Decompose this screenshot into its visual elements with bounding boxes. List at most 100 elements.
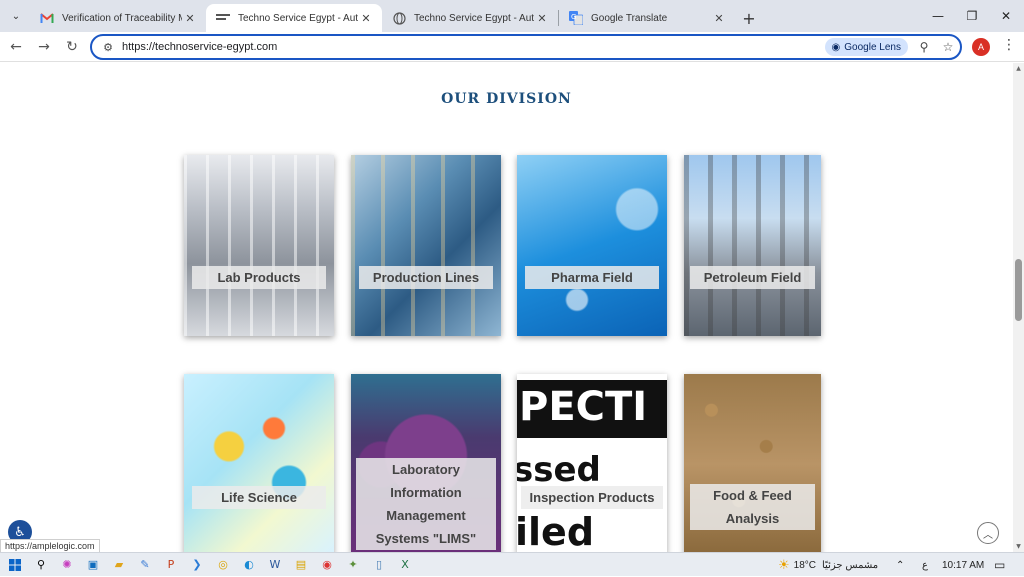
- arrow-right-icon: →: [38, 38, 50, 55]
- sticky-notes-icon[interactable]: ▤: [290, 555, 312, 575]
- tab-search-button[interactable]: ⌄: [2, 2, 30, 30]
- powerpoint-icon[interactable]: P: [160, 555, 182, 575]
- chrome-active-icon[interactable]: ◉: [316, 555, 338, 575]
- inspection-image-text: ssed: [517, 450, 601, 490]
- inspection-image-text: iled: [517, 510, 595, 552]
- file-explorer-icon[interactable]: ▰: [108, 555, 130, 575]
- division-label: Food & Feed Analysis: [690, 484, 815, 530]
- notification-icon[interactable]: ▭: [994, 553, 1005, 577]
- page-scrollbar[interactable]: ▲ ▼: [1013, 63, 1024, 552]
- section-heading: OUR DIVISION: [441, 91, 572, 107]
- chrome-icon[interactable]: ◎: [212, 555, 234, 575]
- tab-strip: ⌄ Verification of Traceability Matr ✕ Te…: [0, 0, 1024, 32]
- vscode-icon[interactable]: ❯: [186, 555, 208, 575]
- notepad-icon[interactable]: ▯: [368, 555, 390, 575]
- division-card-petroleum-field[interactable]: Petroleum Field: [684, 155, 821, 336]
- division-label: Inspection Products: [521, 486, 663, 509]
- weather-widget[interactable]: ☀ 18°C مشمس جزئيًا: [778, 553, 878, 577]
- new-tab-button[interactable]: +: [735, 4, 763, 32]
- division-label: Lab Products: [192, 266, 326, 289]
- weather-temperature: 18°C: [793, 559, 816, 571]
- minimize-button[interactable]: —: [920, 0, 956, 32]
- translate-icon: G: [569, 11, 583, 25]
- url-text[interactable]: https://technoservice-egypt.com: [122, 41, 825, 53]
- edge-icon[interactable]: ◐: [238, 555, 260, 575]
- app-icon[interactable]: ✎: [134, 555, 156, 575]
- division-label: Life Science: [192, 486, 326, 509]
- close-icon: ✕: [1000, 9, 1012, 23]
- close-window-button[interactable]: ✕: [988, 0, 1024, 32]
- scroll-to-top-button[interactable]: ︿: [977, 522, 999, 544]
- language-indicator[interactable]: ع: [922, 553, 928, 577]
- minimize-icon: —: [932, 9, 944, 23]
- scrollbar-thumb[interactable]: [1015, 259, 1022, 321]
- bookmark-star-icon[interactable]: ☆: [936, 40, 960, 54]
- production-image: [351, 155, 501, 336]
- division-label: Laboratory Information Management System…: [356, 458, 496, 550]
- sun-icon: ☀: [778, 557, 790, 572]
- division-card-production-lines[interactable]: Production Lines: [351, 155, 501, 336]
- arrow-left-icon: ←: [10, 38, 22, 55]
- tab-4[interactable]: G Google Translate ✕: [559, 4, 735, 32]
- division-card-life-science[interactable]: Life Science: [184, 374, 334, 552]
- zoom-icon[interactable]: ⚲: [912, 40, 936, 54]
- division-label: Petroleum Field: [690, 266, 815, 289]
- scroll-down-icon[interactable]: ▼: [1014, 543, 1023, 550]
- outlook-icon[interactable]: ▣: [82, 555, 104, 575]
- restore-button[interactable]: ❐: [954, 0, 990, 32]
- tab-title: Google Translate: [591, 12, 668, 24]
- tab-title: Techno Service Egypt - Automa: [238, 12, 358, 24]
- back-button[interactable]: ←: [2, 33, 30, 61]
- site-icon: [216, 11, 230, 25]
- division-card-food-feed[interactable]: Food & Feed Analysis: [684, 374, 821, 552]
- close-tab-icon[interactable]: ✕: [534, 12, 550, 25]
- tab-title: Techno Service Egypt - Automa: [414, 12, 534, 24]
- forward-button[interactable]: →: [30, 33, 58, 61]
- petroleum-image: [684, 155, 821, 336]
- division-card-inspection-products[interactable]: PECTI ssed iled Inspection Products: [517, 374, 667, 552]
- address-bar[interactable]: ⚙ https://technoservice-egypt.com ◉ Goog…: [90, 34, 962, 60]
- tab-1[interactable]: Verification of Traceability Matr ✕: [30, 4, 206, 32]
- lab-image: [184, 155, 334, 336]
- profile-avatar[interactable]: A: [972, 38, 990, 56]
- plus-icon: +: [742, 8, 756, 28]
- windows-start-icon[interactable]: [4, 555, 26, 575]
- close-tab-icon[interactable]: ✕: [358, 12, 374, 25]
- site-info-icon[interactable]: ⚙: [96, 41, 120, 54]
- tab-3[interactable]: Techno Service Egypt - Automa ✕: [382, 4, 558, 32]
- division-card-lims[interactable]: Laboratory Information Management System…: [351, 374, 501, 552]
- division-label: Pharma Field: [525, 266, 659, 289]
- reload-button[interactable]: ↻: [58, 33, 86, 61]
- inspection-image: PECTI ssed iled: [517, 374, 667, 552]
- pharma-image: [517, 155, 667, 336]
- lens-icon: ◉: [831, 41, 841, 53]
- show-hidden-icons[interactable]: ⌃: [896, 553, 904, 577]
- reload-icon: ↻: [66, 38, 78, 55]
- web-page: OUR DIVISION Lab Products Production Lin…: [0, 63, 1013, 552]
- lens-label: Google Lens: [844, 41, 901, 53]
- scroll-up-icon[interactable]: ▲: [1014, 65, 1023, 72]
- time-display[interactable]: 10:17 AM: [942, 553, 984, 577]
- weather-text: مشمس جزئيًا: [822, 559, 879, 571]
- gmail-icon: [40, 11, 54, 25]
- search-icon[interactable]: ⚲: [30, 555, 52, 575]
- google-lens-button[interactable]: ◉ Google Lens: [824, 38, 908, 56]
- word-icon[interactable]: W: [264, 555, 286, 575]
- app-icon-2[interactable]: ✦: [342, 555, 364, 575]
- division-card-pharma-field[interactable]: Pharma Field: [517, 155, 667, 336]
- chevron-down-icon: ⌄: [11, 10, 21, 22]
- more-menu-icon[interactable]: ⋮: [1002, 37, 1016, 53]
- chevron-up-icon: ︿: [983, 529, 993, 541]
- tab-2-active[interactable]: Techno Service Egypt - Automa ✕: [206, 4, 382, 32]
- windows-taskbar: ⚲ ✺ ▣ ▰ ✎ P ❯ ◎ ◐ W ▤ ◉ ✦ ▯ X ☀ 18°C مشم…: [0, 552, 1024, 576]
- division-card-lab-products[interactable]: Lab Products: [184, 155, 334, 336]
- close-tab-icon[interactable]: ✕: [711, 12, 727, 25]
- close-tab-icon[interactable]: ✕: [182, 12, 198, 25]
- inspection-image-text: PECTI: [519, 384, 648, 430]
- svg-text:G: G: [571, 13, 576, 21]
- browser-toolbar: ← → ↻ ⚙ https://technoservice-egypt.com …: [0, 32, 1024, 62]
- excel-icon[interactable]: X: [394, 555, 416, 575]
- copilot-icon[interactable]: ✺: [56, 555, 78, 575]
- link-hover-status: https://amplelogic.com: [0, 539, 100, 553]
- tab-title: Verification of Traceability Matr: [62, 12, 182, 24]
